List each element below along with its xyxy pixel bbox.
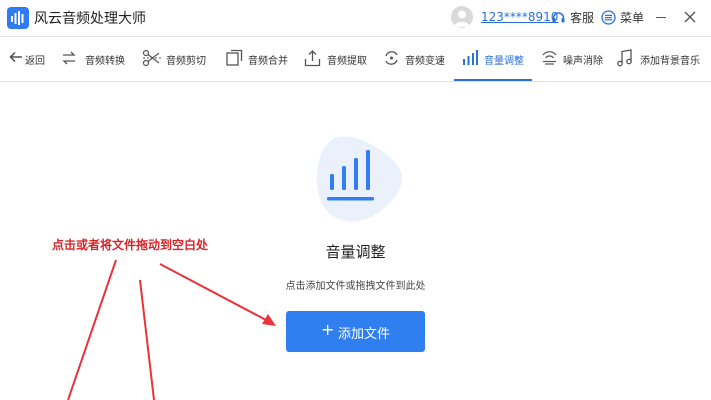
file-drop-area[interactable]: 音量调整 点击添加文件或拖拽文件到此处 + 添加文件 点击或者将文件拖动到空白处 — [0, 82, 711, 400]
active-tab-indicator — [454, 79, 532, 81]
toolbar-audio-extract-label: 音频提取 — [327, 56, 367, 67]
menu-list-icon — [601, 10, 616, 25]
arrow-left-icon — [9, 52, 22, 62]
user-phone-link[interactable]: 123****8910 — [481, 10, 558, 24]
toolbar-audio-cut-label: 音频剪切 — [166, 56, 206, 67]
scissors-icon — [142, 49, 161, 67]
minimize-button[interactable] — [656, 17, 666, 18]
user-avatar[interactable] — [451, 6, 473, 28]
toolbar-audio-merge-label: 音频合并 — [248, 56, 288, 67]
speed-cycle-icon — [385, 51, 398, 65]
toolbar-audio-convert-label: 音频转换 — [85, 56, 125, 67]
music-note-icon — [617, 49, 632, 67]
headset-icon — [552, 12, 565, 23]
upload-tray-icon — [304, 50, 321, 67]
toolbar-noise-removal-label: 噪声消除 — [563, 56, 603, 67]
customer-service-label: 客服 — [570, 11, 595, 25]
toolbar-audio-speed-label: 音频变速 — [405, 56, 445, 67]
merge-icon — [226, 49, 243, 66]
app-logo-icon — [7, 7, 29, 29]
denoise-wave-icon — [542, 51, 557, 65]
volume-bars-icon — [463, 50, 478, 65]
feature-toolbar: 返回 音频转换 音频剪切 音频合并 音频提取 音频变速 音量调整 噪声消除 添加… — [0, 37, 711, 82]
title-bar: 风云音频处理大师 123****8910 客服 菜单 — [0, 0, 711, 37]
menu-label: 菜单 — [620, 11, 645, 25]
toolbar-back-label: 返回 — [25, 56, 45, 67]
close-icon[interactable] — [684, 11, 696, 23]
swap-arrows-icon — [62, 51, 76, 65]
toolbar-add-bgm-label: 添加背景音乐 — [640, 56, 700, 67]
toolbar-volume-adjust-label: 音量调整 — [484, 56, 524, 67]
app-title: 风云音频处理大师 — [34, 11, 146, 27]
annotation-arrows — [67, 259, 276, 400]
